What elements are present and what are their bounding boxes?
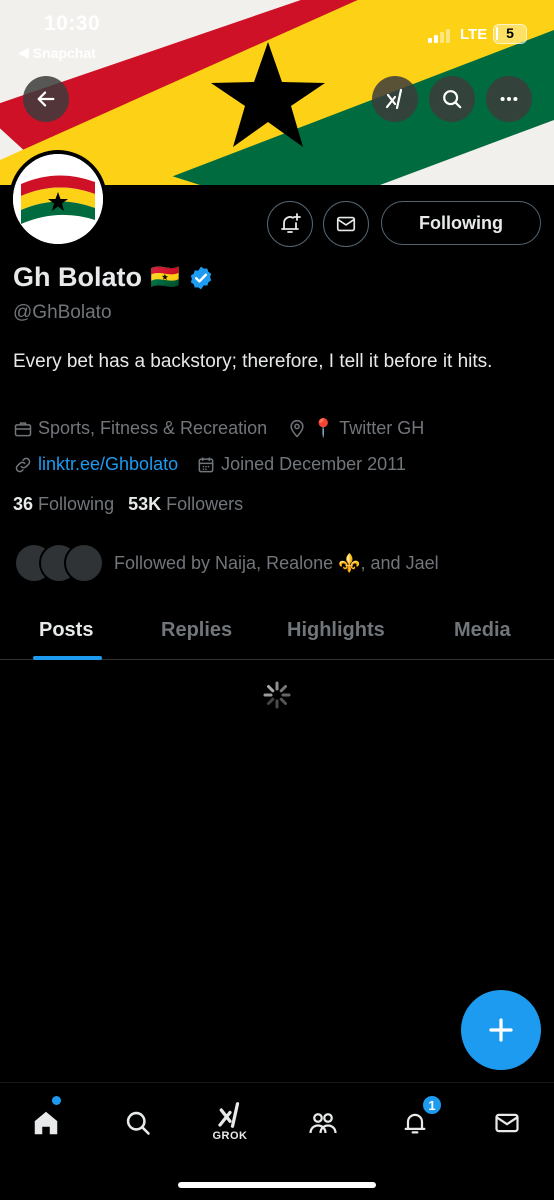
status-bar: 10:30 ◀ Snapchat LTE 5 <box>0 0 554 70</box>
bell-plus-icon <box>281 213 301 233</box>
ghana-flag-emoji: 🇬🇭 <box>150 264 180 291</box>
profile-meta-row-1: Sports, Fitness & Recreation 📍 Twitter G… <box>13 418 424 439</box>
tab-posts[interactable]: Posts <box>39 619 93 642</box>
profile-name: Gh Bolato <box>13 262 142 292</box>
nav-communities[interactable] <box>301 1101 345 1145</box>
message-button[interactable] <box>323 201 369 247</box>
home-icon <box>34 1111 58 1135</box>
search-button[interactable] <box>429 76 475 122</box>
messages-icon <box>495 1113 519 1133</box>
grok-label: GROK <box>212 1130 248 1142</box>
follow-counts: 36 Following 53K Followers <box>13 494 243 515</box>
profile-bio: Every bet has a backstory; therefore, I … <box>13 351 493 372</box>
following-count-link[interactable]: 36 Following <box>13 494 114 515</box>
link-item[interactable]: linktr.ee/Ghbolato <box>13 454 178 475</box>
location-item: 📍 Twitter GH <box>287 418 424 439</box>
verified-badge-icon[interactable] <box>188 265 214 291</box>
location-pin-icon <box>290 419 304 438</box>
profile-handle: @GhBolato <box>13 302 112 323</box>
back-to-app-link[interactable]: ◀ Snapchat <box>18 44 96 61</box>
home-unread-dot <box>52 1096 61 1105</box>
tab-replies[interactable]: Replies <box>161 619 232 642</box>
following-label: Following <box>38 494 115 514</box>
category-item: Sports, Fitness & Recreation <box>13 418 267 439</box>
nav-messages[interactable] <box>485 1101 529 1145</box>
battery-percent: 5 <box>506 25 514 41</box>
envelope-icon <box>336 216 356 232</box>
grok-icon <box>385 88 403 110</box>
grok-icon <box>218 1102 240 1128</box>
avatar[interactable] <box>9 150 107 248</box>
battery-icon: 5 <box>493 24 527 44</box>
back-app-label: Snapchat <box>32 44 96 61</box>
followed-by-row[interactable]: Followed by Naija, Realone ⚜️, and Jael <box>14 543 439 583</box>
communities-icon <box>309 1113 337 1134</box>
home-indicator <box>178 1182 376 1188</box>
profile-meta-row-2: linktr.ee/Ghbolato Joined December 2011 <box>13 454 406 475</box>
more-horizontal-icon <box>500 96 518 102</box>
followers-count: 53K <box>128 494 162 514</box>
followers-label: Followers <box>166 494 244 514</box>
profile-category: Sports, Fitness & Recreation <box>38 418 268 438</box>
tab-highlights[interactable]: Highlights <box>287 619 385 642</box>
calendar-icon <box>198 457 214 472</box>
followed-by-text: Followed by Naija, Realone ⚜️, and Jael <box>114 552 439 573</box>
ghana-flag-avatar-image <box>13 154 103 244</box>
more-options-button[interactable] <box>486 76 532 122</box>
profile-joined: Joined December 2011 <box>221 454 406 474</box>
following-count: 36 <box>13 494 34 514</box>
compose-post-button[interactable] <box>461 990 541 1070</box>
follower-avatar <box>64 543 104 583</box>
profile-location: 📍 Twitter GH <box>312 418 425 438</box>
back-button[interactable] <box>23 76 69 122</box>
following-button[interactable]: Following <box>381 201 541 245</box>
tab-media[interactable]: Media <box>454 619 511 642</box>
joined-item: Joined December 2011 <box>196 454 406 475</box>
search-icon <box>126 1111 150 1135</box>
network-label: LTE <box>460 26 488 43</box>
plus-icon <box>489 1018 513 1042</box>
active-tab-indicator <box>33 656 102 660</box>
notify-button[interactable] <box>267 201 313 247</box>
grok-button[interactable] <box>372 76 418 122</box>
arrow-left-icon <box>37 91 55 107</box>
profile-name-row: Gh Bolato 🇬🇭 <box>13 262 214 293</box>
search-icon <box>443 90 462 109</box>
loading-spinner-icon <box>263 681 291 709</box>
nav-home[interactable] <box>24 1101 68 1145</box>
briefcase-icon <box>14 421 32 436</box>
profile-link[interactable]: linktr.ee/Ghbolato <box>38 454 178 475</box>
nav-search[interactable] <box>116 1101 160 1145</box>
link-icon <box>15 457 31 472</box>
status-time: 10:30 <box>44 12 101 35</box>
back-triangle-icon: ◀ <box>18 44 29 60</box>
followers-count-link[interactable]: 53K Followers <box>128 494 243 515</box>
notification-badge: 1 <box>421 1094 443 1116</box>
signal-icon <box>428 27 450 43</box>
profile-tabs: Posts Replies Highlights Media <box>0 602 554 660</box>
